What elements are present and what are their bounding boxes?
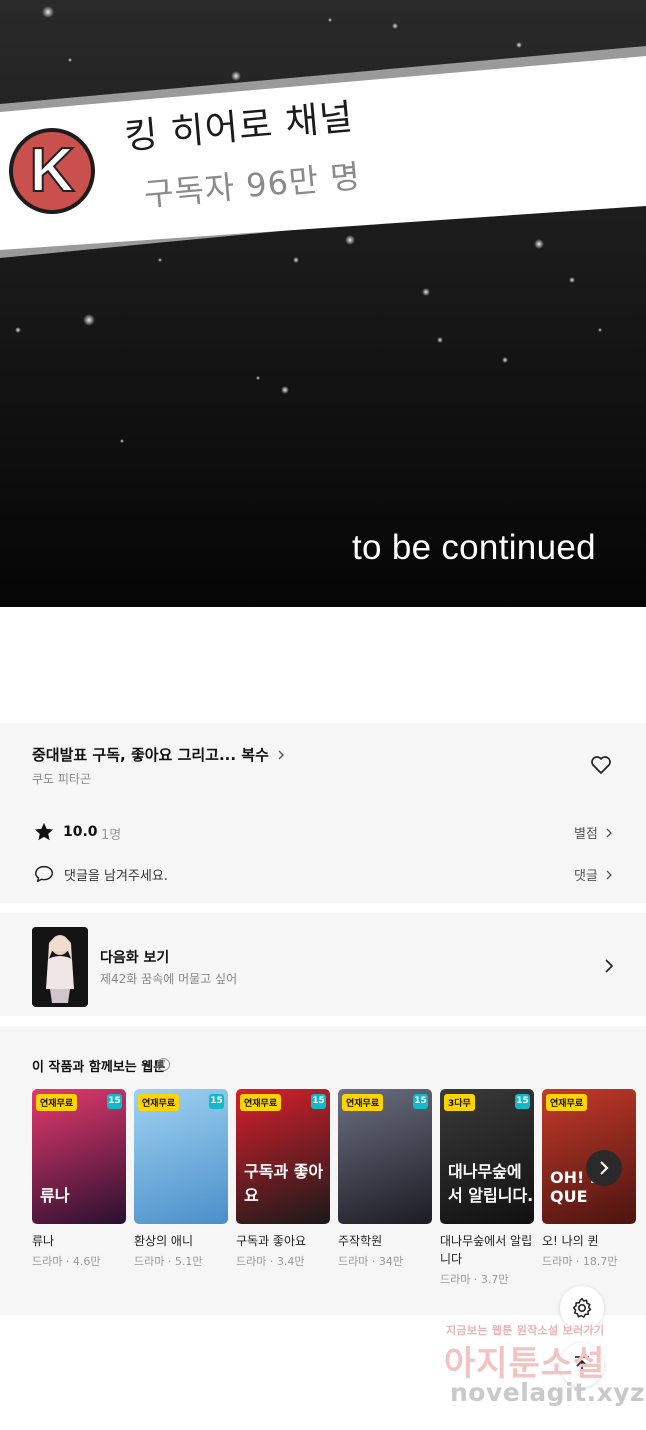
episode-author: 쿠도 피타곤: [32, 772, 92, 786]
recommendations-title: 이 작품과 함께보는 웹툰: [32, 1060, 166, 1075]
free-badge: 연재무료: [36, 1094, 78, 1111]
channel-logo: K: [9, 128, 95, 214]
carousel-next-button[interactable]: [586, 1150, 622, 1186]
comment-prompt[interactable]: 댓글을 남겨주세요.: [64, 865, 168, 884]
recommendation-meta: 드라마 · 3.4만: [236, 1255, 305, 1268]
episode-info: 중대발표 구독, 좋아요 그리고... 복수 쿠도 피타곤 10.0 1명 별점…: [0, 723, 646, 903]
heart-icon[interactable]: [589, 753, 613, 777]
episode-title: 중대발표 구독, 좋아요 그리고... 복수: [32, 746, 269, 764]
comments-label: 댓글: [573, 869, 598, 884]
recommendations-section: 이 작품과 함께보는 웹툰 ? 연재무료 15 류나 류나 드라마 · 4.6만 연재무료…: [0, 1026, 646, 1315]
free-badge: 연재무료: [342, 1094, 384, 1111]
rate-button[interactable]: 별점: [574, 823, 614, 842]
rating-score: 10.0: [63, 824, 98, 840]
chevron-right-icon: [605, 959, 614, 973]
settings-icon: [572, 1297, 592, 1318]
recommendation-title: 환상의 애니: [134, 1234, 194, 1248]
chevron-right-icon: [600, 1161, 609, 1175]
watermark-url: novelagit.xyz: [450, 1378, 646, 1407]
next-episode-title: 제42화 꿈속에 머물고 싶어: [100, 972, 238, 986]
recommendation-card[interactable]: 3다무 15 대나무숲에서 알립니다. 대나무숲에서 알립니다드라마 · 3.7만: [440, 1089, 534, 1287]
chevron-right-icon: [278, 750, 285, 760]
next-episode-art: [32, 927, 88, 1007]
cover-title: 대나무숲에서 알립니다.: [448, 1162, 534, 1205]
rating-count: 1명: [101, 828, 122, 843]
recommendation-title: 구독과 좋아요: [236, 1234, 307, 1248]
next-episode-label: 다음화 보기: [100, 950, 170, 966]
recommendation-meta: 드라마 · 5.1만: [134, 1255, 203, 1268]
recommendation-cover: 연재무료 15: [134, 1089, 228, 1224]
help-icon[interactable]: ?: [157, 1058, 170, 1071]
recommendation-cover: 3다무 15 대나무숲에서 알립니다.: [440, 1089, 534, 1224]
recommendation-title: 주작학원: [338, 1234, 383, 1248]
age-rating-badge: 15: [413, 1094, 428, 1109]
rate-label: 별점: [573, 827, 598, 842]
comment-icon: [35, 865, 53, 883]
recommendation-title: 대나무숲에서 알립니다: [440, 1234, 533, 1266]
age-rating-badge: 15: [515, 1094, 530, 1109]
free-badge: 연재무료: [138, 1094, 180, 1111]
age-rating-badge: 15: [311, 1094, 326, 1109]
cover-title: 류나: [40, 1186, 70, 1205]
recommendation-card[interactable]: 연재무료 15 주작학원드라마 · 34만: [338, 1089, 432, 1269]
star-icon: [34, 822, 54, 841]
recommendation-meta: 드라마 · 3.7만: [440, 1273, 509, 1286]
episode-title-link[interactable]: 중대발표 구독, 좋아요 그리고... 복수: [32, 744, 286, 765]
cover-title: 구독과 좋아요: [244, 1162, 324, 1205]
next-episode-row[interactable]: 다음화 보기 제42화 꿈속에 머물고 싶어: [0, 913, 646, 1016]
recommendation-meta: 드라마 · 4.6만: [32, 1255, 101, 1268]
free-badge: 연재무료: [546, 1094, 588, 1111]
free-badge: 연재무료: [240, 1094, 282, 1111]
recommendation-card[interactable]: 연재무료 15 환상의 애니드라마 · 5.1만: [134, 1089, 228, 1269]
recommendation-meta: 드라마 · 34만: [338, 1255, 403, 1268]
comments-button[interactable]: 댓글: [574, 865, 614, 884]
next-episode-thumbnail: [32, 927, 88, 1007]
to-be-continued-caption: to be continued: [352, 528, 596, 567]
recommendation-meta: 드라마 · 18.7만: [542, 1255, 618, 1268]
free-badge: 3다무: [444, 1094, 475, 1111]
recommendation-card[interactable]: 연재무료 15 류나 류나 드라마 · 4.6만: [32, 1089, 126, 1269]
recommendation-cover: 연재무료 15: [338, 1089, 432, 1224]
recommendation-title: 류나: [32, 1234, 55, 1248]
recommendation-card[interactable]: 연재무료 15 구독과 좋아요 구독과 좋아요 드라마 · 3.4만: [236, 1089, 330, 1269]
recommendation-title: 오! 나의 퀸: [542, 1234, 599, 1248]
age-rating-badge: 15: [107, 1094, 122, 1109]
chevron-right-icon: [606, 870, 612, 880]
comic-panel: K 킹 히어로 채널 구독자 96만 명 to be continued: [0, 0, 646, 607]
recommendation-cover: 연재무료 15 구독과 좋아요: [236, 1089, 330, 1224]
age-rating-badge: 15: [209, 1094, 224, 1109]
recommendation-cover: 연재무료 15 류나: [32, 1089, 126, 1224]
chevron-right-icon: [606, 828, 612, 838]
